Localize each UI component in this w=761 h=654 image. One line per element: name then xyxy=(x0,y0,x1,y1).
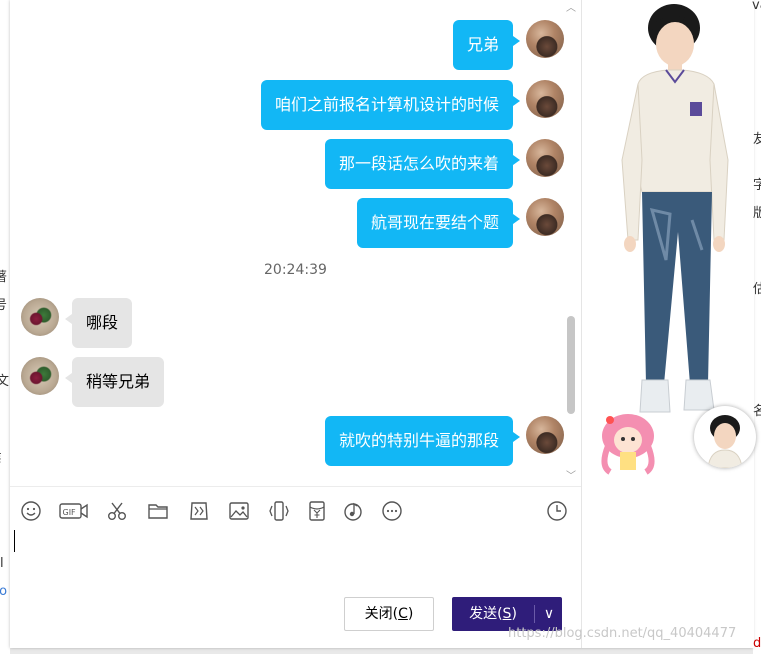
my-avatar[interactable] xyxy=(526,198,564,236)
send-label-end: ) xyxy=(511,606,517,622)
red-packet-icon[interactable] xyxy=(304,499,330,523)
emoji-icon[interactable] xyxy=(18,499,44,523)
message-timestamp: 20:24:39 xyxy=(264,262,327,278)
message-bubble-outgoing[interactable]: 兄弟 xyxy=(452,20,513,70)
message-bubble-outgoing[interactable]: 那一段话怎么吹的来着 xyxy=(324,139,513,189)
background-text-fragment: 著 xyxy=(0,270,8,285)
my-avatar[interactable] xyxy=(526,20,564,58)
background-text-fragment: 名 xyxy=(753,404,761,419)
friend-avatar[interactable] xyxy=(21,357,59,395)
message-history[interactable]: ︿ 兄弟 咱们之前报名计算机设计的时候 那一段话怎么吹的来着 航哥现在要结个题 … xyxy=(10,0,581,486)
bubble-tail xyxy=(513,36,520,46)
close-button[interactable]: 关闭(C) xyxy=(344,597,434,631)
friend-avatar[interactable] xyxy=(21,298,59,336)
screenshot-scissors-icon[interactable] xyxy=(104,499,130,523)
message-text: 稍等兄弟 xyxy=(86,372,151,391)
pet-girl-sticker[interactable] xyxy=(592,406,664,478)
background-text-fragment: co xyxy=(0,584,8,599)
shake-icon[interactable] xyxy=(186,499,212,523)
bubble-tail xyxy=(65,314,72,324)
message-text: 哪段 xyxy=(86,313,119,332)
bubble-tail xyxy=(513,155,520,165)
folder-icon[interactable] xyxy=(145,499,171,523)
background-text-fragment: el xyxy=(0,556,4,571)
message-text: 那一段话怎么吹的来着 xyxy=(338,154,499,173)
vibrate-icon[interactable] xyxy=(266,499,292,523)
image-icon[interactable] xyxy=(226,499,252,523)
history-clock-icon[interactable] xyxy=(544,499,570,523)
send-label-text: 发送( xyxy=(469,606,503,622)
svg-text:GIF: GIF xyxy=(63,508,77,517)
background-page-right xyxy=(753,0,761,654)
scrollbar-thumb[interactable] xyxy=(567,316,575,414)
input-toolbar: GIF xyxy=(10,486,581,533)
message-bubble-incoming[interactable]: 哪段 xyxy=(72,298,133,348)
bubble-tail xyxy=(65,373,72,383)
message-bubble-outgoing[interactable]: 航哥现在要结个题 xyxy=(356,198,513,248)
scroll-up-arrow[interactable]: ︿ xyxy=(564,4,578,14)
my-avatar[interactable] xyxy=(526,80,564,118)
message-text: 咱们之前报名计算机设计的时候 xyxy=(274,95,499,114)
background-text-fragment: 钅 xyxy=(0,452,8,467)
csdn-watermark: https://blog.csdn.net/qq_40404477 xyxy=(508,626,737,641)
message-bubble-outgoing[interactable]: 就吹的特别牛逼的那段 xyxy=(324,416,513,466)
background-text-fragment: 估 xyxy=(753,282,761,297)
music-icon[interactable] xyxy=(340,499,366,523)
my-avatar[interactable] xyxy=(526,139,564,177)
text-caret xyxy=(14,530,15,552)
bubble-tail xyxy=(513,96,520,106)
friend-avatar-small[interactable] xyxy=(694,406,756,468)
message-bubble-incoming[interactable]: 稍等兄弟 xyxy=(72,357,165,407)
close-button-label-end: ) xyxy=(407,606,414,622)
send-button-separator xyxy=(534,605,535,623)
background-text-fragment: va xyxy=(752,0,761,13)
gif-icon[interactable]: GIF xyxy=(58,499,90,523)
background-text-fragment: 友 xyxy=(753,132,761,147)
bubble-tail xyxy=(513,432,520,442)
background-text-fragment: 版 xyxy=(753,206,761,221)
qq-chat-window: ︿ 兄弟 咱们之前报名计算机设计的时候 那一段话怎么吹的来着 航哥现在要结个题 … xyxy=(10,0,756,648)
friend-show-panel xyxy=(581,0,756,648)
close-button-label: 关闭( xyxy=(364,606,399,622)
message-text: 就吹的特别牛逼的那段 xyxy=(338,431,499,450)
more-icon[interactable] xyxy=(379,499,405,523)
background-text-fragment: 文 xyxy=(0,374,10,389)
message-text: 兄弟 xyxy=(466,35,499,54)
background-text-fragment: d xyxy=(753,636,761,651)
my-avatar[interactable] xyxy=(526,416,564,454)
close-button-hotkey: C xyxy=(398,606,408,622)
message-bubble-outgoing[interactable]: 咱们之前报名计算机设计的时候 xyxy=(260,80,513,130)
background-text-fragment: 号 xyxy=(0,298,8,313)
background-text-fragment: 字 xyxy=(753,178,761,193)
message-text: 航哥现在要结个题 xyxy=(370,213,499,232)
scroll-down-arrow[interactable]: ﹀ xyxy=(564,472,578,482)
bubble-tail xyxy=(513,214,520,224)
